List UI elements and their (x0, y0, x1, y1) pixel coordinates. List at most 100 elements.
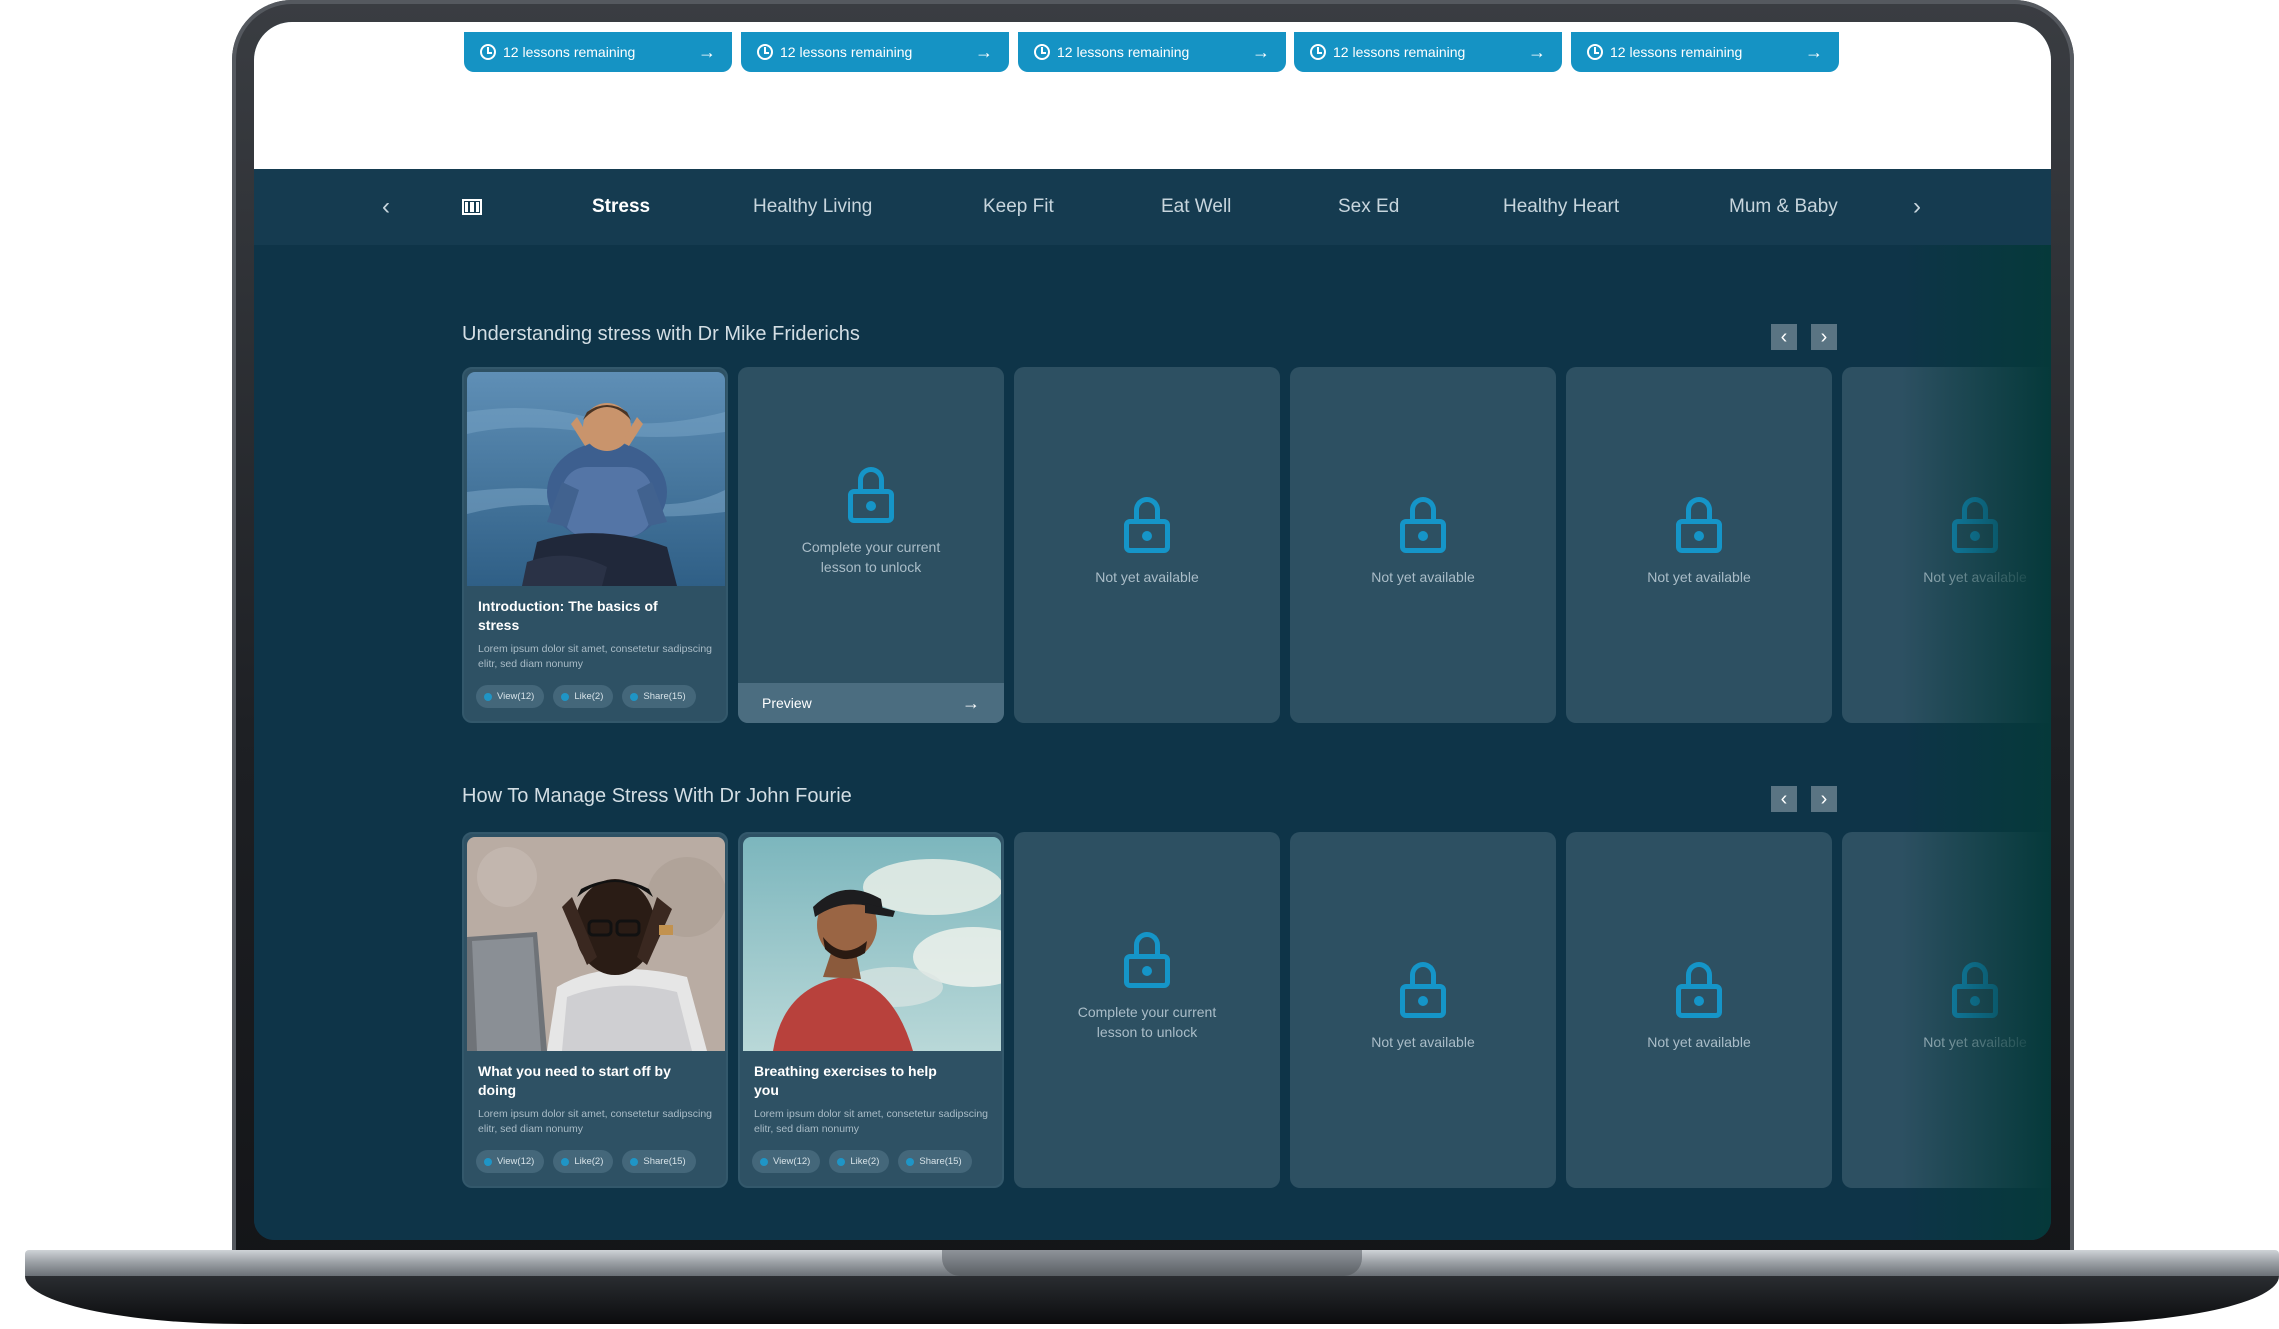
progress-pill[interactable]: 12 lessons remaining → (1294, 32, 1562, 72)
nav-prev-button[interactable]: ‹ (382, 169, 390, 245)
lesson-card[interactable]: Breathing exercises to help you Lorem ip… (738, 832, 1004, 1188)
lesson-description: Lorem ipsum dolor sit amet, consetetur s… (478, 1108, 713, 1135)
laptop-base (25, 1250, 2279, 1329)
lock-icon (848, 467, 894, 523)
unlock-message: Complete your current lesson to unlock (1077, 1004, 1217, 1040)
locked-message: Not yet available (1371, 569, 1475, 585)
view-count: View(12) (773, 1156, 811, 1167)
share-chip[interactable]: Share(15) (898, 1150, 972, 1173)
grid-view-button[interactable] (462, 169, 482, 245)
lesson-photo (743, 837, 1001, 1051)
progress-pill[interactable]: 12 lessons remaining → (1571, 32, 1839, 72)
share-count: Share(15) (643, 691, 686, 702)
lesson-description: Lorem ipsum dolor sit amet, consetetur s… (478, 643, 713, 670)
lock-icon (1676, 497, 1722, 553)
preview-button[interactable]: Preview → (738, 683, 1004, 723)
stressed-man-photo (467, 372, 725, 586)
clock-icon (1310, 44, 1326, 60)
like-chip[interactable]: Like(2) (553, 685, 614, 708)
arrow-right-icon: → (962, 692, 980, 713)
tab-eat-well[interactable]: Eat Well (1161, 169, 1231, 245)
progress-label: 12 lessons remaining (1610, 44, 1743, 60)
tab-mum-baby[interactable]: Mum & Baby (1729, 169, 1838, 245)
lesson-description: Lorem ipsum dolor sit amet, consetetur s… (754, 1108, 989, 1135)
carousel-prev-button[interactable]: ‹ (1771, 324, 1797, 350)
app-screen: 12 lessons remaining → 12 lessons remain… (254, 22, 2051, 1240)
top-strip: 12 lessons remaining → 12 lessons remain… (254, 22, 2051, 169)
content-area: Understanding stress with Dr Mike Frider… (254, 245, 2051, 1240)
lesson-card[interactable]: What you need to start off by doing Lore… (462, 832, 728, 1188)
arrow-right-icon: → (698, 41, 716, 62)
view-count: View(12) (497, 1156, 535, 1167)
lock-icon (1952, 962, 1998, 1018)
lock-icon (1124, 932, 1170, 988)
eye-icon (760, 1157, 768, 1166)
thumb-up-icon (837, 1157, 846, 1166)
section-title: How To Manage Stress With Dr John Fourie (462, 785, 852, 807)
share-chip[interactable]: Share(15) (622, 685, 696, 708)
lock-icon (1124, 497, 1170, 553)
share-icon (906, 1157, 915, 1166)
share-icon (630, 1157, 639, 1166)
tab-keep-fit[interactable]: Keep Fit (983, 169, 1054, 245)
lesson-photo (467, 837, 725, 1051)
carousel-prev-button[interactable]: ‹ (1771, 786, 1797, 812)
carousel-next-button[interactable]: › (1811, 324, 1837, 350)
locked-card: Not yet available (1290, 832, 1556, 1188)
progress-label: 12 lessons remaining (1057, 44, 1190, 60)
tab-sex-ed[interactable]: Sex Ed (1338, 169, 1399, 245)
progress-pill[interactable]: 12 lessons remaining → (741, 32, 1009, 72)
locked-message: Not yet available (1923, 1034, 2027, 1050)
tab-healthy-living[interactable]: Healthy Living (753, 169, 872, 245)
locked-message: Not yet available (1371, 1034, 1475, 1050)
locked-card: Not yet available (1014, 367, 1280, 723)
like-count: Like(2) (850, 1156, 880, 1167)
eye-icon (484, 692, 492, 701)
tab-healthy-heart[interactable]: Healthy Heart (1503, 169, 1619, 245)
view-count: View(12) (497, 691, 535, 702)
lesson-card[interactable]: Introduction: The basics of stress Lorem… (462, 367, 728, 723)
laptop-notch (942, 1250, 1362, 1276)
locked-message: Not yet available (1647, 569, 1751, 585)
lesson-title: What you need to start off by doing (478, 1063, 671, 1098)
lock-icon (1400, 497, 1446, 553)
lesson-title: Introduction: The basics of stress (478, 598, 658, 633)
progress-label: 12 lessons remaining (503, 44, 636, 60)
locked-message: Not yet available (1923, 569, 2027, 585)
locked-card: Not yet available (1842, 832, 2051, 1188)
progress-pill[interactable]: 12 lessons remaining → (464, 32, 732, 72)
progress-label: 12 lessons remaining (780, 44, 913, 60)
view-chip[interactable]: View(12) (476, 1150, 545, 1173)
locked-card: Not yet available (1842, 367, 2051, 723)
locked-card: Not yet available (1566, 367, 1832, 723)
tab-stress[interactable]: Stress (592, 169, 650, 245)
thumb-up-icon (561, 692, 570, 701)
nav-next-button[interactable]: › (1913, 169, 1921, 245)
like-count: Like(2) (574, 691, 604, 702)
share-chip[interactable]: Share(15) (622, 1150, 696, 1173)
carousel-next-button[interactable]: › (1811, 786, 1837, 812)
preview-label: Preview (762, 695, 812, 711)
like-chip[interactable]: Like(2) (829, 1150, 890, 1173)
unlock-message: Complete your current lesson to unlock (801, 539, 941, 575)
unlock-card[interactable]: Complete your current lesson to unlock P… (738, 367, 1004, 723)
locked-card: Not yet available (1290, 367, 1556, 723)
arrow-right-icon: → (1252, 41, 1270, 62)
lesson-stats: View(12) Like(2) Share(15) (476, 1150, 696, 1173)
arrow-right-icon: → (1805, 41, 1823, 62)
lesson-stats: View(12) Like(2) Share(15) (752, 1150, 972, 1173)
progress-pill[interactable]: 12 lessons remaining → (1018, 32, 1286, 72)
lesson-stats: View(12) Like(2) Share(15) (476, 685, 696, 708)
like-chip[interactable]: Like(2) (553, 1150, 614, 1173)
view-chip[interactable]: View(12) (476, 685, 545, 708)
thumb-up-icon (561, 1157, 570, 1166)
arrow-right-icon: → (975, 41, 993, 62)
category-nav: ‹ Stress Healthy Living Keep Fit Eat Wel… (254, 169, 2051, 245)
locked-card: Not yet available (1566, 832, 1832, 1188)
locked-message: Not yet available (1095, 569, 1199, 585)
view-chip[interactable]: View(12) (752, 1150, 821, 1173)
lock-icon (1400, 962, 1446, 1018)
locked-message: Not yet available (1647, 1034, 1751, 1050)
man-breathing-photo (743, 837, 1001, 1051)
stressed-student-photo (467, 837, 725, 1051)
